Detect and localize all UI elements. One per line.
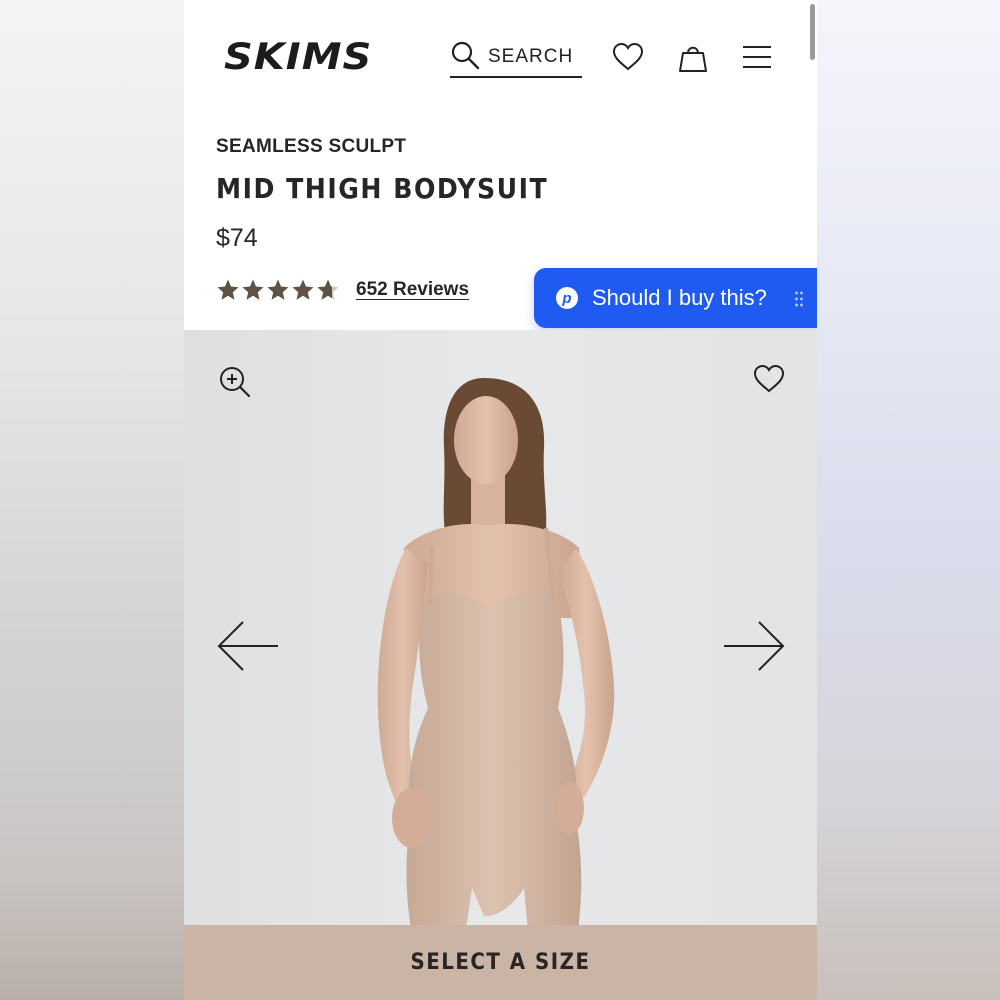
zoom-in-icon[interactable] [219, 366, 251, 398]
phone-screen: SKIMS SEARCH SEAMLESS SCULPT MID THIGH B… [184, 0, 817, 1000]
scrollbar[interactable] [810, 4, 815, 60]
star-icon [267, 279, 289, 300]
search-button[interactable]: SEARCH [450, 38, 582, 78]
p-logo-icon: p [556, 287, 578, 309]
background-right [817, 0, 1000, 1000]
background-left [0, 0, 184, 1000]
wishlist-heart-icon[interactable] [752, 362, 786, 396]
heart-icon[interactable] [611, 40, 645, 74]
collection-name: SEAMLESS SCULPT [216, 136, 407, 157]
star-icon [292, 279, 314, 300]
arrow-right-icon[interactable] [722, 620, 786, 672]
reviews-link[interactable]: 652 Reviews [356, 279, 469, 301]
rating-row: 652 Reviews [216, 278, 469, 302]
drag-handle-icon[interactable] [794, 290, 804, 308]
search-label: SEARCH [488, 46, 574, 67]
should-i-buy-label: Should I buy this? [592, 285, 767, 310]
should-i-buy-button[interactable]: p Should I buy this? [534, 268, 817, 328]
star-icon [217, 279, 239, 300]
star-icon [242, 279, 264, 300]
select-size-button[interactable]: SELECT A SIZE [184, 925, 817, 1000]
product-photo [377, 378, 615, 925]
brand-logo[interactable]: SKIMS [224, 36, 372, 78]
product-title: MID THIGH BODYSUIT [216, 172, 549, 205]
menu-icon[interactable] [740, 40, 774, 74]
arrow-left-icon[interactable] [216, 620, 280, 672]
search-icon [450, 40, 480, 75]
bag-icon[interactable] [676, 40, 710, 74]
product-price: $74 [216, 224, 258, 252]
star-half-icon [317, 279, 339, 300]
product-image-gallery[interactable] [184, 330, 817, 925]
star-rating [216, 278, 340, 302]
